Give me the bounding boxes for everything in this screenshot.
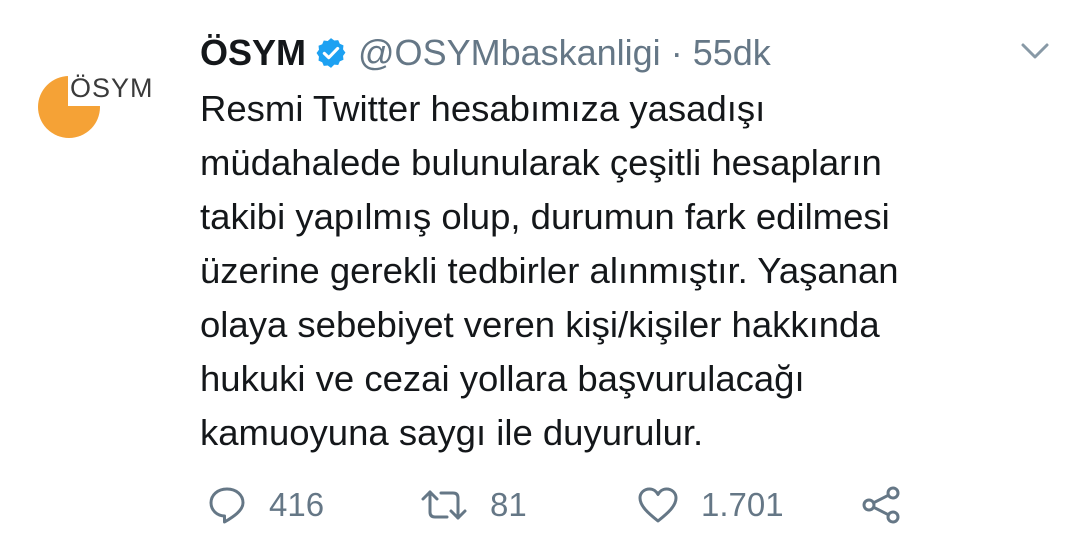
- tweet-actions: 416 81 1.701: [0, 475, 1080, 535]
- author-handle[interactable]: @OSYMbaskanligi: [358, 32, 661, 74]
- avatar-logo-text: ÖSYM: [68, 70, 157, 106]
- verified-badge-icon: [314, 36, 348, 70]
- retweet-count: 81: [490, 486, 527, 523]
- tweet-time[interactable]: 55dk: [693, 32, 771, 74]
- reply-button[interactable]: 416: [207, 483, 324, 527]
- tweet-text-line: üzerine gerekli tedbirler alınmıştır. Ya…: [200, 250, 899, 291]
- tweet-text-line: hukuki ve cezai yollara başvurulacağı: [200, 358, 805, 399]
- tweet-text-line: olaya sebebiyet veren kişi/kişiler hakkı…: [200, 304, 880, 345]
- avatar[interactable]: ÖSYM: [30, 62, 170, 152]
- retweet-icon: [420, 487, 468, 523]
- like-button[interactable]: 1.701: [637, 483, 784, 527]
- share-button[interactable]: [860, 483, 902, 527]
- header-separator: ·: [670, 32, 683, 73]
- tweet-text: Resmi Twitter hesabımıza yasadışı müdaha…: [200, 82, 1060, 460]
- tweet[interactable]: ÖSYM ÖSYM @OSYMbaskanligi · 55dk Resmi T…: [0, 0, 1080, 535]
- reply-icon: [207, 485, 247, 525]
- tweet-header: ÖSYM @OSYMbaskanligi · 55dk: [200, 28, 771, 78]
- tweet-text-line: takibi yapılmış olup, durumun fark edilm…: [200, 196, 890, 237]
- reply-count: 416: [269, 486, 325, 523]
- retweet-button[interactable]: 81: [420, 483, 527, 527]
- chevron-down-icon[interactable]: [1018, 40, 1052, 64]
- heart-icon: [637, 486, 679, 524]
- tweet-text-line: müdahalede bulunularak çeşitli hesapları…: [200, 142, 882, 183]
- like-count: 1.701: [701, 486, 784, 523]
- author-name[interactable]: ÖSYM: [200, 32, 306, 74]
- tweet-text-line: Resmi Twitter hesabımıza yasadışı: [200, 88, 766, 129]
- tweet-text-line: kamuoyuna saygı ile duyurulur.: [200, 412, 704, 453]
- share-icon: [860, 485, 902, 525]
